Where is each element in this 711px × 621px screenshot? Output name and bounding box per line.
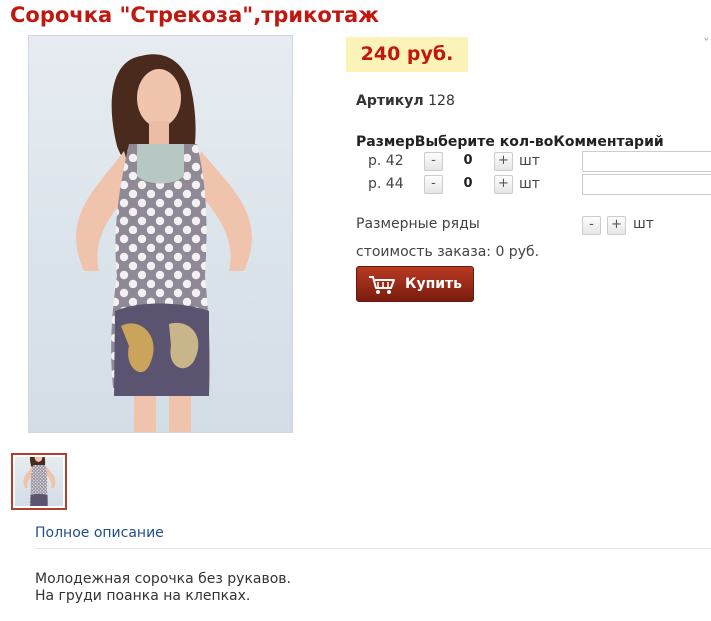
increase-qty-button[interactable]: +: [494, 152, 513, 171]
size-ranges-row: Размерные ряды - + шт: [356, 216, 711, 238]
description-line: На груди поанка на клепках.: [35, 588, 251, 604]
size-row: р. 42 - 0 + шт: [356, 151, 711, 173]
buy-button-label: Купить: [405, 276, 463, 292]
decrease-qty-button[interactable]: -: [424, 152, 443, 171]
size-label: р. 42: [368, 153, 404, 169]
size-row: р. 44 - 0 + шт: [356, 174, 711, 196]
size-ranges-decrease-button[interactable]: -: [582, 216, 601, 235]
buy-button[interactable]: Купить: [356, 266, 474, 302]
qty-unit: шт: [519, 153, 540, 169]
article-line: Артикул 128: [356, 93, 455, 109]
qty-value[interactable]: 0: [453, 153, 483, 168]
size-ranges-unit: шт: [633, 216, 654, 232]
size-ranges-label: Размерные ряды: [356, 216, 480, 232]
thumbnail-image: [23, 457, 56, 506]
divider: [35, 548, 711, 549]
description-line: Молодежная сорочка без рукавов.: [35, 571, 292, 587]
full-description-link[interactable]: Полное описание: [35, 525, 164, 541]
product-title: Сорочка "Стрекоза",трикотаж: [10, 3, 380, 27]
increase-qty-button[interactable]: +: [494, 175, 513, 194]
order-cost: стоимость заказа: 0 руб.: [356, 244, 540, 260]
size-ranges-increase-button[interactable]: +: [607, 216, 626, 235]
cart-icon: [369, 276, 395, 294]
product-thumbnail[interactable]: [11, 453, 67, 510]
qty-value[interactable]: 0: [453, 176, 483, 191]
corner-mark: ˇ: [703, 38, 710, 53]
product-main-image[interactable]: [28, 35, 293, 433]
sizes-table-header: РазмерВыберите кол-воКомментарий: [356, 134, 664, 150]
dress-photo-illustration: [76, 54, 252, 432]
article-value: 128: [428, 93, 455, 109]
price-badge: 240 руб.: [346, 37, 468, 72]
article-label: Артикул: [356, 93, 424, 109]
decrease-qty-button[interactable]: -: [424, 175, 443, 194]
comment-input[interactable]: [582, 174, 711, 195]
qty-unit: шт: [519, 176, 540, 192]
size-label: р. 44: [368, 176, 404, 192]
description-text: Молодежная сорочка без рукавов. На груди…: [35, 571, 291, 605]
comment-input[interactable]: [582, 151, 711, 172]
